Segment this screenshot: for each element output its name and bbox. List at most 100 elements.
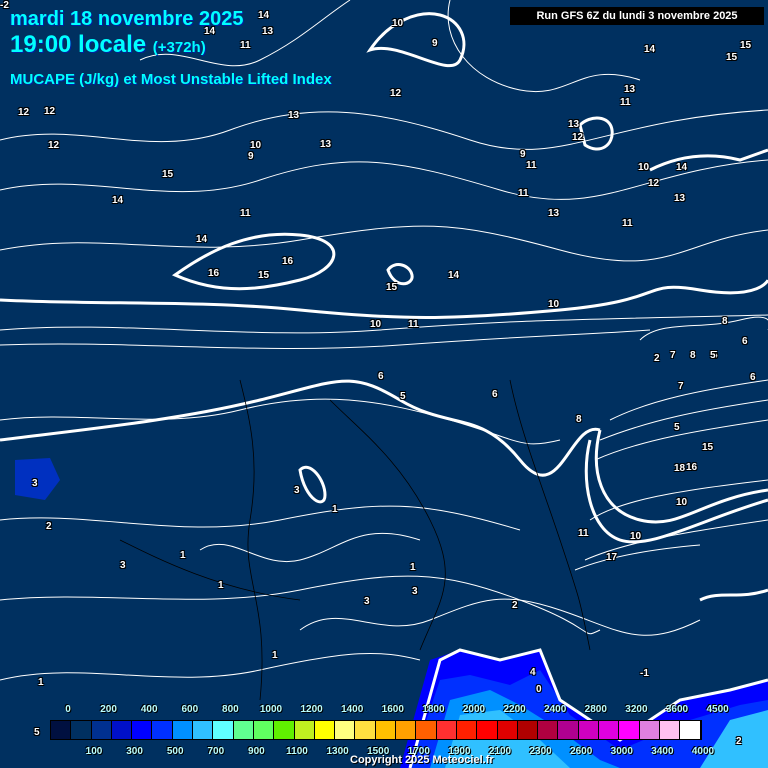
legend-tick-bottom: 2600 [570,746,593,757]
contour-label: 15 [386,282,398,293]
legend-swatch [71,721,92,739]
legend-tick-top: 0 [65,704,71,715]
legend-tick-bottom: 500 [166,746,184,757]
legend-swatch [233,721,254,739]
legend-swatch [619,721,640,739]
legend-tick-top: 1000 [259,704,283,715]
contour-label: 5 [710,350,716,361]
contour-label: 2 [512,600,518,611]
legend-tick-top: 1400 [341,704,364,715]
legend-tick-top: 2400 [544,704,567,715]
contour-label: 18 [674,463,686,474]
legend-swatch [335,721,356,739]
contour-label: 12 [44,106,56,117]
contour-label: 16 [208,268,220,279]
contour-label: 11 [518,188,529,199]
color-legend [50,720,702,740]
legend-tick-top: 2800 [584,704,607,715]
contour-label: 14 [196,234,208,245]
contour-label: 12 [648,178,660,189]
legend-swatch [477,721,498,739]
legend-swatch [132,721,153,739]
contour-label: 11 [408,319,419,330]
legend-tick-bottom: 900 [248,746,265,757]
contour-label: 16 [282,256,294,267]
run-info: Run GFS 6Z du lundi 3 novembre 2025 [510,7,764,25]
legend-swatch [680,721,701,739]
legend-swatch [172,721,194,739]
contour-label: 10 [250,140,262,151]
parameter-title: MUCAPE (J/kg) et Most Unstable Lifted In… [10,71,332,88]
legend-tick-top: 600 [181,704,199,715]
contour-label: 1 [410,562,416,573]
contour-label: 5 [34,727,40,738]
legend-swatch [314,721,336,739]
contour-label: 14 [448,270,460,281]
contour-label: -1 [640,668,649,679]
contour-label: 15 [740,40,752,51]
contour-label: 8 [576,414,582,425]
legend-swatch [456,721,478,739]
contour-label: 3 [32,478,38,489]
borders [119,379,591,701]
contour-label: 10 [548,299,560,310]
legend-swatch [111,721,133,739]
contour-label: 13 [262,26,274,37]
legend-tick-bottom: 4000 [691,746,715,757]
contour-label: 3 [412,586,418,597]
contour-label: -2 [0,0,9,11]
contour-label: 10 [638,162,650,173]
contour-label: 10 [676,497,688,508]
contour-label: 10 [370,319,382,330]
legend-swatch [375,721,397,739]
map-canvas [0,0,768,768]
legend-swatch [294,721,315,739]
legend-tick-top: 4500 [706,704,729,715]
contour-label: 10 [392,18,404,29]
contour-label: 11 [240,40,251,51]
legend-swatch [517,721,539,739]
legend-swatch [355,721,376,739]
legend-tick-top: 1600 [381,704,404,715]
contour-label: 6 [492,389,498,400]
contour-label: 11 [578,528,589,539]
legend-tick-bottom: 2300 [529,746,552,757]
contour-label: 13 [568,119,580,130]
contour-label: 14 [676,162,688,173]
contour-label: 2 [46,521,52,532]
legend-swatch [436,721,457,739]
contour-label: 13 [548,208,560,219]
contour-label: 6 [742,336,748,347]
legend-swatch [497,721,518,739]
legend-swatch [578,721,600,739]
legend-swatch [396,721,417,739]
legend-tick-top: 2000 [462,704,486,715]
contour-label: 6 [378,371,384,382]
contour-label: 7 [678,381,684,392]
thin-contours [0,0,768,681]
legend-swatch [599,721,620,739]
contour-label: 8 [722,316,728,327]
contour-label: 10 [630,531,642,542]
thick-contours [0,12,768,768]
contour-label: 1 [272,650,278,661]
contour-label: 14 [112,195,124,206]
contour-label: 4 [530,667,536,678]
legend-tick-bottom: 100 [85,746,103,757]
contour-label: 15 [258,270,270,281]
contour-label: 13 [320,139,332,150]
legend-tick-top: 1200 [300,704,323,715]
legend-swatch [253,721,275,739]
legend-tick-bottom: 700 [207,746,225,757]
contour-label: 12 [18,107,30,118]
contour-label: 12 [572,132,584,143]
legend-swatch [558,721,579,739]
contour-label: 1 [218,580,224,591]
legend-tick-top: 800 [222,704,239,715]
legend-tick-top: 200 [100,704,117,715]
legend-swatch [152,721,173,739]
contour-label: 14 [644,44,656,55]
contour-label: 9 [248,151,254,162]
legend-tick-bottom: 3000 [610,746,633,757]
legend-swatch [639,721,660,739]
